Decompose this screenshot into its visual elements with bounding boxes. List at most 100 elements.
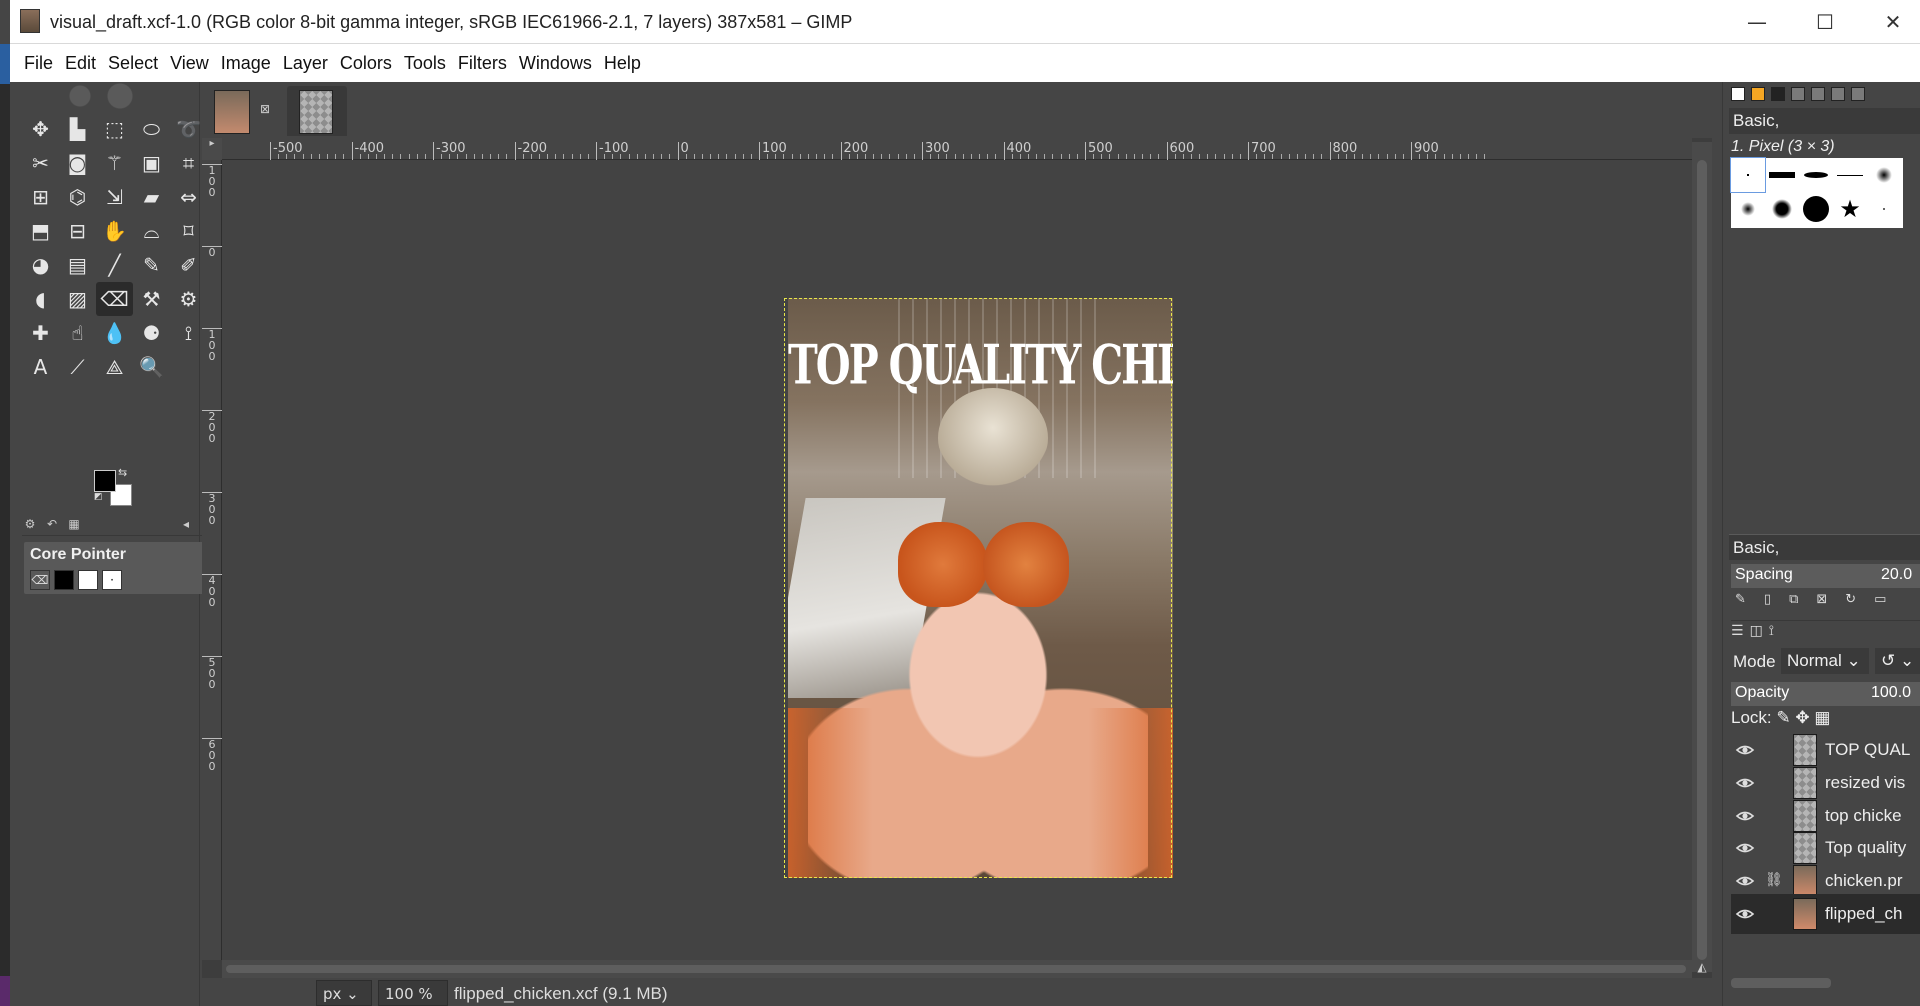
menu-layer[interactable]: Layer xyxy=(277,53,334,74)
swap-colors-icon[interactable]: ⇆ xyxy=(118,466,127,479)
perspective-icon[interactable]: ⬒ xyxy=(22,214,59,248)
gradients-tab-icon[interactable] xyxy=(1791,87,1805,101)
refresh-brushes-icon[interactable]: ↻ xyxy=(1845,592,1856,607)
channels-tab-icon[interactable]: ◫ xyxy=(1750,623,1763,642)
bucket-fill-icon[interactable]: ◕ xyxy=(22,248,59,282)
image-frame[interactable]: TOP QUALITY CHICKEN xyxy=(784,292,1179,883)
brush-fuzzy[interactable] xyxy=(1867,158,1901,192)
brush-line[interactable] xyxy=(1833,158,1867,192)
eraser-icon[interactable]: ⌫ xyxy=(96,282,133,316)
scissors-icon[interactable]: ✂ xyxy=(22,146,59,180)
horizontal-ruler[interactable]: -500 -400 -300 -200 -100 0 100 200 300 400 500 600 7… xyxy=(222,138,1692,160)
layer-opacity-slider[interactable]: Opacity 100.0 xyxy=(1731,682,1920,706)
menu-tools[interactable]: Tools xyxy=(398,53,452,74)
maximize-button[interactable]: ☐ xyxy=(1791,0,1859,44)
cage-icon[interactable]: ⌓ xyxy=(133,214,170,248)
layer-mode-select[interactable]: Normal ⌄ xyxy=(1781,648,1869,674)
eye-icon[interactable] xyxy=(1735,871,1755,891)
clone-icon[interactable]: ⚒ xyxy=(133,282,170,316)
close-tab-icon[interactable]: ⊠ xyxy=(260,102,270,116)
navigate-icon[interactable]: ◭ xyxy=(1692,960,1712,978)
document-history-tab-icon[interactable] xyxy=(1851,87,1865,101)
horizontal-scrollbar[interactable] xyxy=(222,960,1692,978)
new-brush-icon[interactable]: ▯ xyxy=(1764,592,1771,607)
image-canvas[interactable]: TOP QUALITY CHICKEN xyxy=(222,160,1692,960)
vertical-scrollbar[interactable] xyxy=(1692,142,1712,972)
move-icon[interactable]: ✥ xyxy=(22,112,59,146)
open-brush-icon[interactable]: ▭ xyxy=(1874,592,1886,607)
brush-dot[interactable] xyxy=(1867,192,1901,226)
menu-select[interactable]: Select xyxy=(102,53,164,74)
composite-mode-select[interactable]: ↺ ⌄ xyxy=(1875,648,1920,674)
lock-position-icon[interactable]: ✥ xyxy=(1795,708,1809,727)
handle-transform-icon[interactable]: ✋ xyxy=(96,214,133,248)
paths-tab-icon[interactable]: ⟟ xyxy=(1769,623,1774,642)
color-picker-icon[interactable]: ⟋ xyxy=(59,350,96,384)
foreground-color[interactable] xyxy=(94,470,116,492)
brush-pixel[interactable] xyxy=(1730,157,1766,193)
image-tab-visual-draft[interactable]: ⊠ xyxy=(210,86,280,136)
warp-transform-icon[interactable]: ⌬ xyxy=(59,180,96,214)
lock-alpha-icon[interactable]: ▦ xyxy=(1814,708,1830,727)
text-icon[interactable]: A xyxy=(22,350,59,384)
zoom-select[interactable]: 100 % ⌄ xyxy=(378,980,448,1006)
eye-icon[interactable] xyxy=(1735,740,1755,760)
minimize-button[interactable]: — xyxy=(1723,0,1791,44)
unified-transform-icon[interactable]: ⊞ xyxy=(22,180,59,214)
heal-icon[interactable]: ✚ xyxy=(22,316,59,350)
wilber-drop-area[interactable] xyxy=(20,82,200,110)
layer-row[interactable]: flipped_ch xyxy=(1731,894,1920,934)
fonts-tab-icon[interactable] xyxy=(1771,87,1785,101)
brush-spacing-slider[interactable]: Spacing 20.0 xyxy=(1731,564,1920,588)
menu-colors[interactable]: Colors xyxy=(334,53,398,74)
brushes-tab-icon[interactable] xyxy=(1731,87,1745,101)
eye-icon[interactable] xyxy=(1735,806,1755,826)
shear-icon[interactable]: ▰ xyxy=(133,180,170,214)
menu-file[interactable]: File xyxy=(18,53,59,74)
paintbrush-icon[interactable]: ╱ xyxy=(96,248,133,282)
close-button[interactable]: ✕ xyxy=(1859,0,1920,44)
brush-fuzzy-small[interactable] xyxy=(1731,192,1765,226)
menu-image[interactable]: Image xyxy=(215,53,277,74)
images-tab-icon[interactable]: ▦ xyxy=(66,516,82,532)
foreground-select-icon[interactable]: ◙ xyxy=(59,146,96,180)
measure-icon[interactable]: ⟁ xyxy=(96,350,133,384)
chain-link-icon[interactable]: ⛓ xyxy=(1765,871,1783,888)
rect-select-icon[interactable]: ⬚ xyxy=(96,112,133,146)
brush-tag-entry[interactable]: Basic, xyxy=(1729,534,1920,560)
ink-icon[interactable]: ◖ xyxy=(22,282,59,316)
ellipse-select-icon[interactable]: ⬭ xyxy=(133,112,170,146)
zoom-icon[interactable]: 🔍 xyxy=(133,350,170,384)
layers-tab-icon[interactable]: ☰ xyxy=(1731,623,1744,642)
duplicate-brush-icon[interactable]: ⧉ xyxy=(1789,592,1798,607)
brush-tag-filter[interactable]: Basic, xyxy=(1729,108,1920,134)
smudge-icon[interactable]: ☝ xyxy=(59,316,96,350)
tool-options-tab-icon[interactable]: ⚙ xyxy=(22,516,38,532)
menu-help[interactable]: Help xyxy=(598,53,647,74)
layers-scrollbar[interactable] xyxy=(1731,978,1831,988)
eye-icon[interactable] xyxy=(1735,904,1755,924)
3d-transform-icon[interactable]: ⊟ xyxy=(59,214,96,248)
quick-mask-icon[interactable]: ▸ xyxy=(202,138,222,160)
fuzzy-select-icon[interactable]: ⚚ xyxy=(96,146,133,180)
lock-pixels-icon[interactable]: ✎ xyxy=(1776,708,1790,727)
vertical-ruler[interactable]: 100 0 100 200 300 400 500 600 xyxy=(202,160,222,960)
pencil-icon[interactable]: ✎ xyxy=(133,248,170,282)
tab-menu-icon[interactable]: ◂ xyxy=(178,516,194,532)
dodge-burn-icon[interactable]: ⚈ xyxy=(133,316,170,350)
palettes-tab-icon[interactable] xyxy=(1811,87,1825,101)
align-icon[interactable]: ▙ xyxy=(59,112,96,146)
menu-windows[interactable]: Windows xyxy=(513,53,598,74)
scroll-thumb[interactable] xyxy=(226,965,1686,973)
mypaint-brush-icon[interactable]: ▨ xyxy=(59,282,96,316)
menu-edit[interactable]: Edit xyxy=(59,53,102,74)
brush-block[interactable] xyxy=(1765,158,1799,192)
eye-icon[interactable] xyxy=(1735,773,1755,793)
brush-star[interactable]: ★ xyxy=(1833,192,1867,226)
gradient-icon[interactable]: ▤ xyxy=(59,248,96,282)
menu-view[interactable]: View xyxy=(164,53,215,74)
brush-fuzzy-medium[interactable] xyxy=(1765,192,1799,226)
delete-brush-icon[interactable]: ⊠ xyxy=(1816,592,1827,607)
image-tab-flipped-chicken[interactable] xyxy=(287,86,347,136)
edit-brush-icon[interactable]: ✎ xyxy=(1735,592,1746,607)
